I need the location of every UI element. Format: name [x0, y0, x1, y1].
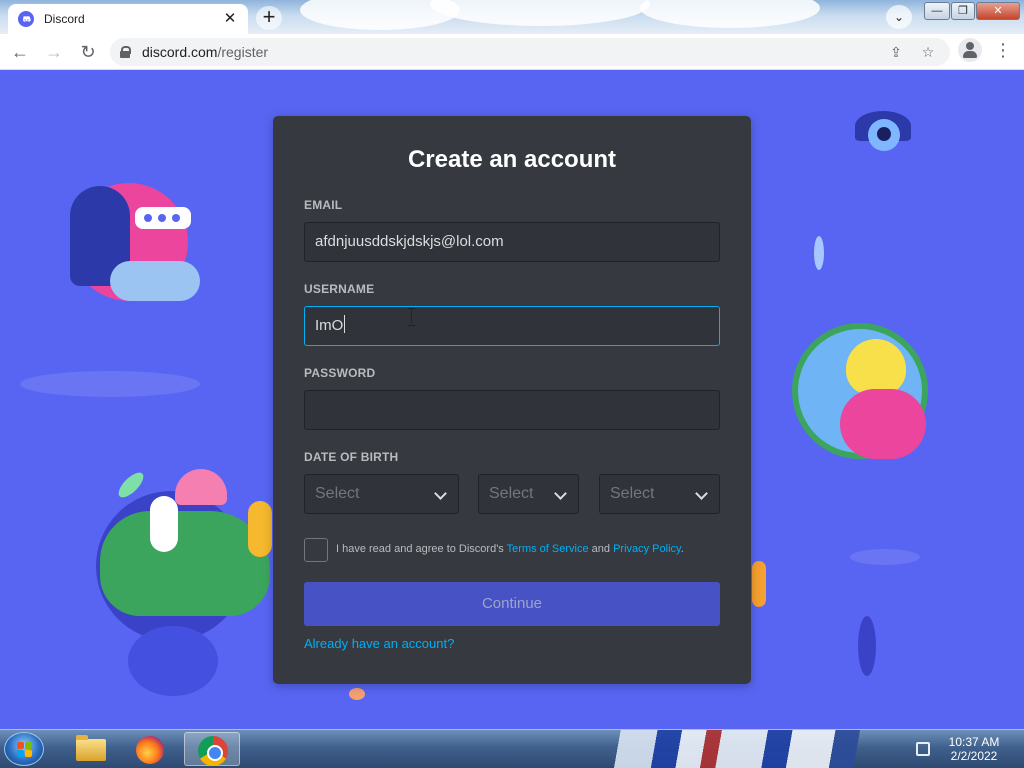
flag-green-pane [25, 742, 32, 749]
password-field[interactable] [304, 390, 720, 430]
decor-green-monster [100, 511, 270, 616]
chrome-icon [198, 736, 228, 766]
decor-orange-bit [349, 688, 365, 700]
sky-cloud [430, 0, 650, 26]
day-placeholder: Select [489, 485, 534, 502]
taskbar-firefox[interactable] [122, 732, 178, 766]
ibeam-cursor-icon [408, 308, 416, 326]
month-select[interactable]: Select [304, 474, 459, 514]
start-button[interactable] [4, 732, 44, 766]
windows-logo-icon [17, 742, 33, 757]
register-card: Create an account EMAIL afdnjuusddskjdsk… [273, 116, 751, 684]
decor-pink-body [840, 389, 926, 459]
minimize-button[interactable]: — [924, 2, 950, 20]
flag-blue-pane [17, 750, 24, 757]
login-link[interactable]: Already have an account? [304, 636, 454, 651]
tab-search-icon[interactable]: ⌄ [886, 5, 912, 29]
decor-cloud [850, 549, 920, 565]
sky-cloud [640, 0, 820, 28]
page-title: Create an account [407, 146, 617, 173]
email-field[interactable]: afdnjuusddskjdskjs@lol.com [304, 222, 720, 262]
new-tab-button[interactable]: + [256, 6, 282, 30]
chevron-down-icon [554, 487, 567, 500]
decor-yellow-figure [248, 501, 272, 557]
register-page: Create an account EMAIL afdnjuusddskjdsk… [0, 71, 1024, 729]
browser-tabstrip: Discord ✕ + ⌄ — ❐ ✕ [0, 0, 1024, 34]
decor-dot [172, 214, 180, 222]
window-close-button[interactable]: ✕ [976, 2, 1020, 20]
decor-cloud [20, 371, 200, 397]
firefox-icon [136, 736, 164, 764]
tab-title: Discord [44, 12, 85, 26]
terms-of-service-link[interactable]: Terms of Service [507, 543, 589, 555]
username-field[interactable]: ImO [304, 306, 720, 346]
flag-red-pane [17, 742, 24, 749]
tos-prefix: I have read and agree to Discord's [336, 543, 507, 555]
windows-taskbar: 10:37 AM 2/2/2022 [0, 729, 1024, 768]
url-host: discord.com [142, 44, 218, 60]
sparkle-icon [858, 616, 876, 676]
chevron-down-icon [695, 487, 708, 500]
username-value: ImO [315, 317, 344, 334]
back-arrow-icon[interactable]: ← [6, 38, 34, 66]
url-text[interactable]: discord.com/register [142, 44, 268, 60]
url-path: /register [217, 44, 269, 60]
year-placeholder: Select [610, 485, 655, 502]
decor-dot [158, 214, 166, 222]
maximize-button[interactable]: ❐ [951, 2, 975, 20]
forward-arrow-icon[interactable]: → [40, 38, 68, 66]
bookmark-star-icon[interactable]: ☆ [918, 42, 938, 62]
taskbar-file-explorer[interactable] [62, 732, 118, 766]
decor-pupil [877, 127, 891, 141]
username-label: USERNAME [304, 282, 375, 296]
reload-icon[interactable]: ↻ [74, 38, 102, 66]
tos-suffix: . [680, 543, 684, 555]
tos-checkbox[interactable] [304, 538, 328, 562]
flag-yellow-pane [25, 750, 32, 757]
system-clock[interactable]: 10:37 AM 2/2/2022 [938, 735, 1010, 763]
profile-avatar-icon[interactable] [958, 38, 982, 62]
month-placeholder: Select [315, 485, 360, 502]
browser-menu-icon[interactable]: ⋮ [994, 38, 1012, 62]
decor-shadow [128, 626, 218, 696]
sparkle-icon [814, 236, 824, 270]
decor-dot [144, 214, 152, 222]
browser-toolbar: ← → ↻ discord.com/register ⇪ ☆ [0, 34, 1024, 70]
privacy-policy-link[interactable]: Privacy Policy [613, 543, 681, 555]
taskbar-wallpaper-art [590, 730, 890, 768]
discord-favicon-icon [18, 11, 34, 27]
headphones-icon [150, 496, 178, 552]
network-icon[interactable] [916, 742, 930, 756]
date-of-birth-label: DATE OF BIRTH [304, 450, 399, 464]
clock-date: 2/2/2022 [950, 749, 998, 763]
day-select[interactable]: Select [478, 474, 579, 514]
clock-time: 10:37 AM [948, 735, 1000, 749]
continue-button[interactable]: Continue [304, 582, 720, 626]
text-caret [344, 315, 346, 333]
decor-character-legs [110, 261, 200, 301]
decor-orange-bit [752, 561, 766, 607]
decor-yellow-character [846, 339, 906, 395]
chevron-down-icon [434, 487, 447, 500]
taskbar-chrome[interactable] [184, 732, 240, 766]
email-label: EMAIL [304, 198, 343, 212]
decor-monster-hair [175, 469, 227, 505]
tab-close-icon[interactable]: ✕ [222, 11, 238, 27]
folder-icon [76, 735, 106, 761]
password-label: PASSWORD [304, 366, 376, 380]
address-bar[interactable]: discord.com/register ⇪ ☆ [110, 38, 950, 66]
tab-discord[interactable]: Discord ✕ [8, 4, 248, 34]
lock-icon[interactable] [120, 46, 131, 58]
year-select[interactable]: Select [599, 474, 720, 514]
email-value: afdnjuusddskjdskjs@lol.com [315, 233, 504, 250]
share-icon[interactable]: ⇪ [886, 42, 906, 62]
tos-text: I have read and agree to Discord's Terms… [336, 543, 684, 555]
tos-and: and [588, 543, 614, 555]
